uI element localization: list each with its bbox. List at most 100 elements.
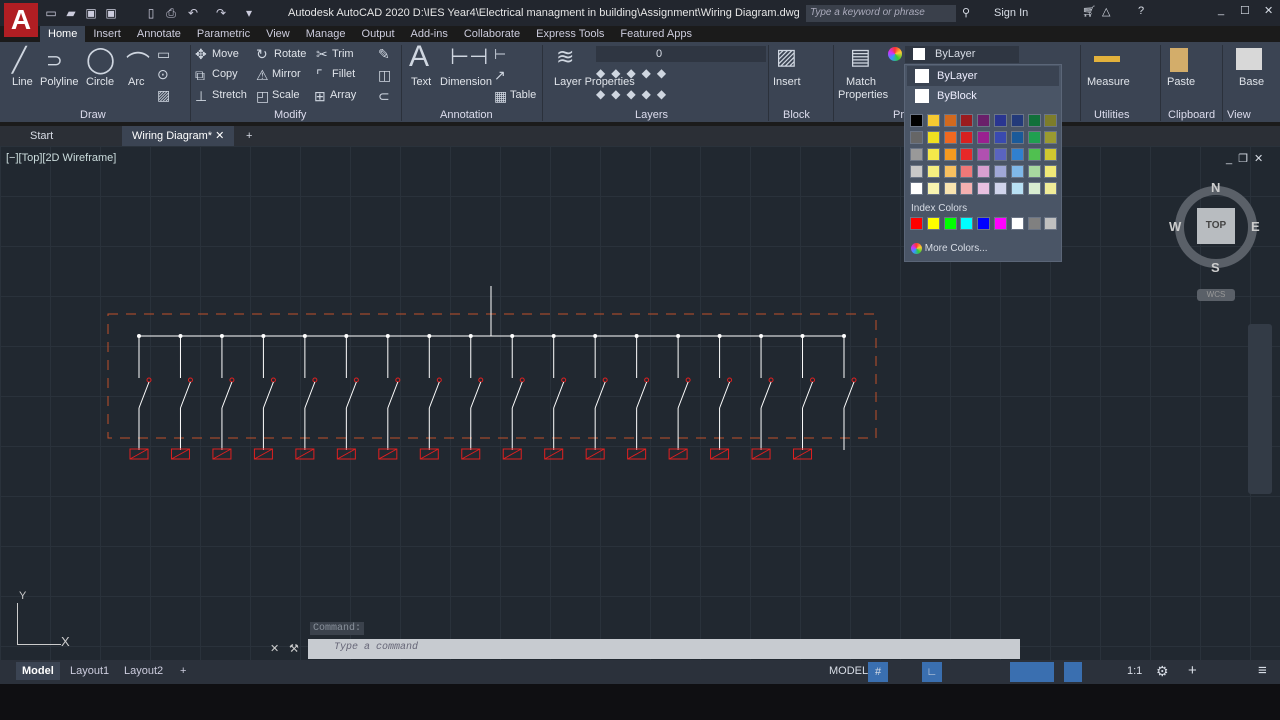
circle-button[interactable]: Circle [86,76,114,88]
color-swatch[interactable] [977,182,991,195]
color-swatch[interactable] [1044,148,1058,161]
color-swatch[interactable] [1027,131,1041,144]
color-swatch[interactable] [910,165,923,178]
modify-panel-title[interactable]: Modify [274,109,306,121]
ortho-toggle-icon[interactable]: ∟ [922,662,942,682]
wcs-menu[interactable]: WCS [1197,289,1235,301]
layout-tab-layout1[interactable]: Layout1 [64,662,115,680]
workspace-gear-icon[interactable]: ⚙ [1156,663,1169,680]
color-option-byblock[interactable]: ByBlock [907,86,1059,106]
color-swatch[interactable] [926,165,940,178]
properties-panel-title[interactable]: Pr [893,109,904,121]
color-swatch[interactable] [910,148,923,161]
layout-tab-layout2[interactable]: Layout2 [118,662,169,680]
viewport-controls[interactable]: [−][Top][2D Wireframe] [6,152,116,164]
index-color-swatch[interactable] [943,217,957,230]
color-swatch[interactable] [994,131,1007,144]
tab-parametric[interactable]: Parametric [189,26,258,42]
color-swatch[interactable] [943,182,957,195]
color-swatch[interactable] [960,165,974,178]
ellipse-icon[interactable]: ⊙ [157,66,169,83]
compass-west[interactable]: W [1169,219,1181,234]
close-command-icon[interactable]: ✕ [270,642,279,655]
measure-button[interactable]: Measure [1087,76,1130,88]
layers-panel-title[interactable]: Layers [635,109,668,121]
save-icon[interactable]: ▣ [84,6,98,20]
insert-button[interactable]: Insert [773,76,801,88]
more-colors-option[interactable]: More Colors... [911,243,988,254]
tab-express-tools[interactable]: Express Tools [528,26,612,42]
index-color-swatch[interactable] [926,217,940,230]
viewcube-top[interactable]: TOP [1197,208,1235,244]
redo-icon[interactable]: ↷ [214,6,228,20]
wiring-diagram-tab[interactable]: Wiring Diagram* ✕ [122,126,235,146]
layer-tools-icon[interactable]: ◆◆◆◆◆ [596,66,672,80]
color-swatch[interactable] [977,165,991,178]
annotation-monitor-icon[interactable]: + [1188,662,1197,679]
tab-collaborate[interactable]: Collaborate [456,26,528,42]
dimension-button[interactable]: Dimension [440,76,492,88]
line-button[interactable]: Line [12,76,33,88]
color-swatch[interactable] [1027,182,1041,195]
index-color-swatch[interactable] [910,217,923,230]
open-icon[interactable]: ▰ [64,6,78,20]
view-panel-title[interactable]: View [1227,109,1251,121]
move-button[interactable]: Move [212,48,239,60]
layer-tools-icon[interactable]: ◆◆◆◆◆ [596,87,672,101]
utilities-panel-title[interactable]: Utilities [1094,109,1129,121]
navigation-bar[interactable] [1248,324,1272,494]
viewport-window-controls[interactable]: _❐✕ [1226,152,1269,165]
color-swatch[interactable] [1010,165,1024,178]
annotation-visibility-icon[interactable] [1064,662,1082,682]
customize-icon[interactable]: ▾ [242,6,256,20]
color-swatch[interactable] [910,114,923,127]
index-color-swatch[interactable] [1044,217,1058,230]
cart-icon[interactable]: 🛒︎ [1082,5,1096,18]
new-tab-button[interactable]: + [236,126,262,146]
sign-in-button[interactable]: Sign In [994,7,1028,19]
color-swatch[interactable] [943,165,957,178]
tab-manage[interactable]: Manage [298,26,354,42]
customization-menu-icon[interactable]: ≡ [1258,662,1267,679]
color-swatch[interactable] [960,131,974,144]
rectangle-icon[interactable]: ▭ [157,46,170,63]
model-space-toggle[interactable]: MODEL [829,665,868,677]
tab-home[interactable]: Home [40,26,86,42]
index-color-swatch[interactable] [1027,217,1041,230]
app-menu-button[interactable]: A [4,3,38,37]
new-layout-button[interactable]: + [174,662,192,680]
base-button[interactable]: Base [1239,76,1264,88]
block-panel-title[interactable]: Block [783,109,810,121]
color-swatch[interactable] [1027,148,1041,161]
tab-insert[interactable]: Insert [85,26,129,42]
color-swatch[interactable] [943,131,957,144]
search-input[interactable]: Type a keyword or phrase [806,5,956,22]
draw-panel-title[interactable]: Draw [80,109,106,121]
publish-icon[interactable]: ▯ [144,6,158,20]
stretch-button[interactable]: Stretch [212,89,247,101]
linear-dim-icon[interactable]: ⊢ [494,46,506,63]
color-swatch[interactable] [1027,114,1041,127]
color-swatch[interactable] [910,182,923,195]
binoculars-icon[interactable]: ⚲ [962,6,970,19]
color-swatch[interactable] [977,131,991,144]
annotation-scale[interactable]: 1:1 [1127,665,1142,677]
color-swatch[interactable] [994,114,1007,127]
color-swatch[interactable] [1010,148,1024,161]
copy-button[interactable]: Copy [212,68,238,80]
color-swatch[interactable] [943,114,957,127]
color-swatch[interactable] [1027,165,1041,178]
close-tab-icon[interactable]: ✕ [215,130,224,142]
drawing-canvas[interactable] [0,146,1280,660]
undo-icon[interactable]: ↶ [186,6,200,20]
index-color-swatch[interactable] [977,217,991,230]
close-button[interactable]: ✕ [1264,4,1273,17]
command-input[interactable]: Type a command [308,639,1020,659]
object-snap-toggle-icon[interactable] [1010,662,1054,682]
help-icon[interactable]: ? [1138,5,1144,17]
index-color-swatch[interactable] [994,217,1007,230]
maximize-button[interactable]: ☐ [1240,4,1250,17]
color-swatch[interactable] [977,148,991,161]
plot-icon[interactable]: ⎙ [164,6,178,20]
color-swatch[interactable] [926,114,940,127]
